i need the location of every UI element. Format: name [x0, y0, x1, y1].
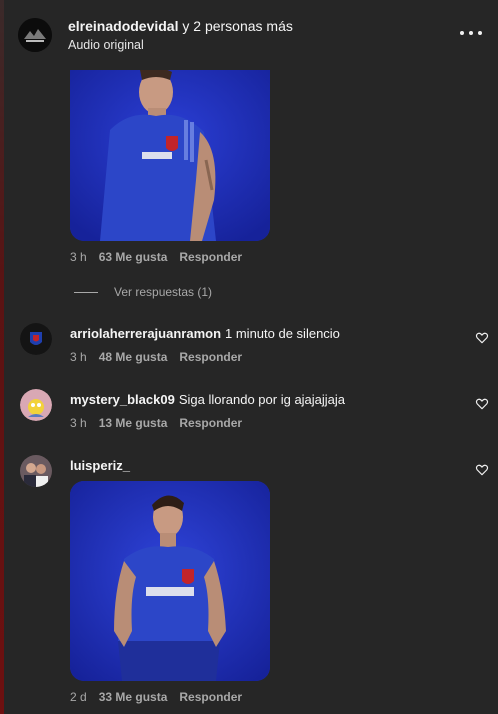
likes-count[interactable]: 13 Me gusta: [99, 416, 168, 430]
commenter-avatar[interactable]: [20, 323, 52, 355]
comment-time[interactable]: 3 h: [70, 416, 87, 430]
author-avatar[interactable]: [18, 18, 52, 52]
likes-count[interactable]: 33 Me gusta: [99, 690, 168, 704]
reply-button[interactable]: Responder: [179, 690, 242, 704]
reply-button[interactable]: Responder: [179, 250, 242, 264]
view-replies-label: Ver respuestas (1): [114, 285, 213, 299]
replies-divider: [74, 291, 98, 293]
heart-icon[interactable]: [475, 463, 489, 477]
comment-image[interactable]: [70, 481, 270, 681]
view-replies-button[interactable]: Ver respuestas (1): [74, 285, 212, 299]
reply-button[interactable]: Responder: [179, 416, 242, 430]
comment-body: luisperiz_: [70, 458, 134, 473]
author-username[interactable]: elreinadodevidal: [68, 18, 178, 34]
post-author-line: elreinadodevidal y 2 personas más: [68, 18, 293, 34]
commenter-avatar[interactable]: [20, 455, 52, 487]
heart-icon[interactable]: [475, 397, 489, 411]
more-icon[interactable]: [460, 26, 482, 40]
heart-icon[interactable]: [475, 331, 489, 345]
comment-time[interactable]: 3 h: [70, 250, 87, 264]
author-others[interactable]: y 2 personas más: [182, 18, 293, 34]
likes-count[interactable]: 48 Me gusta: [99, 350, 168, 364]
comment-text: 1 minuto de silencio: [225, 326, 340, 341]
comments-panel: elreinadodevidal y 2 personas más Audio …: [4, 0, 498, 714]
comment-meta: 3 h 63 Me gusta Responder: [70, 250, 242, 264]
comment-body: arriolaherrerajuanramon 1 minuto de silen…: [70, 326, 340, 341]
comment-username[interactable]: arriolaherrerajuanramon: [70, 326, 221, 341]
comment-body: mystery_black09 Siga llorando por ig ajaj…: [70, 392, 345, 407]
post-header: elreinadodevidal y 2 personas más Audio …: [4, 0, 498, 68]
comment-meta: 2 d 33 Me gusta Responder: [70, 690, 242, 704]
commenter-avatar[interactable]: [20, 389, 52, 421]
comment-username[interactable]: mystery_black09: [70, 392, 175, 407]
comment-time[interactable]: 2 d: [70, 690, 87, 704]
comment-time[interactable]: 3 h: [70, 350, 87, 364]
audio-label[interactable]: Audio original: [68, 38, 144, 52]
comment-text: Siga llorando por ig ajajajjaja: [178, 392, 346, 407]
comment-username[interactable]: luisperiz_: [70, 458, 130, 473]
comment-meta: 3 h 48 Me gusta Responder: [70, 350, 242, 364]
likes-count[interactable]: 63 Me gusta: [99, 250, 168, 264]
comment-image[interactable]: [70, 70, 270, 241]
comment-meta: 3 h 13 Me gusta Responder: [70, 416, 242, 430]
reply-button[interactable]: Responder: [179, 350, 242, 364]
